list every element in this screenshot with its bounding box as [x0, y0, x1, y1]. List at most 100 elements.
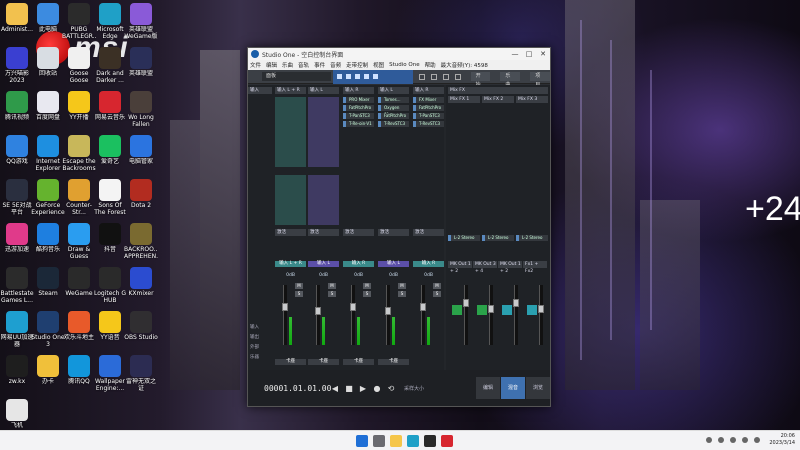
desktop-icon[interactable]: 万兴喵影 2023 [0, 47, 34, 84]
desktop-icon[interactable]: BACKROO... APPREHEN... [124, 223, 158, 260]
desktop-icon[interactable]: 飞机 [0, 399, 34, 430]
input-column-header[interactable]: 输入 R [413, 87, 444, 94]
desktop-icon[interactable]: PUBG BATTLEGR... [62, 3, 96, 40]
input-column-header[interactable]: 输入 L + R [275, 87, 306, 94]
solo-button[interactable]: S [398, 291, 406, 297]
desktop-icon[interactable]: 腾讯QQ [62, 355, 96, 392]
mute-button[interactable]: M [328, 283, 336, 289]
desktop-icon[interactable]: WeGame [62, 267, 96, 304]
stop-icon[interactable]: ■ [344, 383, 354, 393]
window-titlebar[interactable]: Studio One - 空白控制台界面 — □ ✕ [248, 48, 550, 60]
loop-icon[interactable]: ⟲ [386, 383, 396, 393]
channel-name-tag[interactable]: 输入 R [343, 261, 374, 267]
desktop-icon[interactable]: 爱奇艺 [93, 135, 127, 172]
fx-output-slot[interactable]: L-2 Stereo [516, 235, 548, 241]
menu-item[interactable]: 帮助 [425, 61, 436, 69]
insert-slot[interactable]: T-Re-oin-V1 [343, 121, 374, 127]
volume-fader-track[interactable] [421, 285, 425, 345]
input-column-header[interactable]: 输入 R [343, 87, 374, 94]
taskbar-clock[interactable]: 20:06 2023/3/14 [769, 433, 795, 447]
insert-slot[interactable]: T-RevSTC3 [413, 121, 444, 127]
arrow-tool-icon[interactable] [336, 74, 342, 79]
close-button[interactable]: ✕ [536, 50, 550, 58]
insert-slot[interactable]: PRO Mixer [343, 97, 374, 103]
timecode-display[interactable]: 00001.01.01.00 [264, 384, 331, 393]
start-button[interactable]: 开始 [470, 72, 491, 88]
menu-item[interactable]: 编辑 [266, 61, 277, 69]
desktop-icon[interactable]: 此电脑 [31, 3, 65, 40]
output-fader-track[interactable] [514, 285, 518, 345]
desktop-icon[interactable]: 雷神无双之证 [124, 355, 158, 392]
minimize-button[interactable]: — [508, 50, 522, 58]
output-fader-cap[interactable] [538, 305, 544, 313]
file-explorer-icon[interactable] [390, 435, 402, 447]
view-tab[interactable]: 浏览 [526, 377, 550, 399]
menu-item[interactable]: 视图 [373, 61, 384, 69]
menu-item[interactable]: 音频 [330, 61, 341, 69]
channel-name-tag[interactable]: 输入 R [413, 261, 444, 267]
tray-network-icon[interactable] [718, 437, 724, 443]
desktop-icon[interactable]: YY开播 [62, 91, 96, 128]
insert-slot[interactable]: FatPitchPro [343, 105, 374, 111]
desktop-icon[interactable]: Studio One 3 [31, 311, 65, 348]
tray-volume-icon[interactable] [730, 437, 736, 443]
mute-tool-icon[interactable] [442, 73, 449, 80]
output-fader-track[interactable] [539, 285, 543, 345]
solo-button[interactable]: S [295, 291, 303, 297]
desktop-icon[interactable]: 回收站 [31, 47, 65, 84]
snap-icon[interactable] [418, 73, 425, 80]
project-button[interactable]: 项目 [530, 72, 551, 88]
desktop-icon[interactable]: Sons Of The Forest [93, 179, 127, 216]
start-icon[interactable] [356, 435, 368, 447]
view-tab[interactable]: 混音 [501, 377, 525, 399]
solo-button[interactable]: S [328, 291, 336, 297]
desktop-icon[interactable]: 抖音 [93, 223, 127, 260]
volume-fader-track[interactable] [316, 285, 320, 345]
range-tool-icon[interactable] [345, 74, 351, 79]
output-column-header[interactable]: Mix FX 3 [516, 96, 548, 103]
play-icon[interactable]: ▶ [358, 383, 368, 393]
send-activate-label[interactable]: 激活 [275, 229, 306, 236]
send-activate-label[interactable]: 激活 [413, 229, 444, 236]
output-column-header[interactable]: Mix FX 2 [482, 96, 514, 103]
desktop-icon[interactable]: 网易UU加速器 [0, 311, 34, 348]
menu-item[interactable]: 文件 [250, 61, 261, 69]
insert-slot[interactable]: T-RevSTC3 [378, 121, 409, 127]
output-monitor-button[interactable] [477, 305, 487, 315]
mode-select[interactable]: 面板 [262, 72, 331, 81]
record-icon[interactable]: ● [372, 383, 382, 393]
pencil-tool-icon[interactable] [354, 74, 360, 79]
studio-one-window[interactable]: Studio One - 空白控制台界面 — □ ✕ 文件 编辑 乐曲 音轨 事件 音频走… [247, 47, 551, 407]
volume-fader-track[interactable] [351, 285, 355, 345]
desktop-icon[interactable]: 办卡 [31, 355, 65, 392]
insert-slot[interactable]: FX Mixer [413, 97, 444, 103]
desktop-icon[interactable]: Dota 2 [124, 179, 158, 216]
eraser-tool-icon[interactable] [363, 74, 369, 79]
desktop-icon[interactable]: Internet Explorer [31, 135, 65, 172]
input-column-header[interactable]: 输入 L [378, 87, 409, 94]
bus-label[interactable]: MK Out 1 + 2 [448, 261, 472, 274]
insert-slot[interactable]: Oxygen co... [378, 105, 409, 116]
output-fader-track[interactable] [464, 285, 468, 345]
output-monitor-button[interactable] [452, 305, 462, 315]
desktop-icon[interactable]: SE 5E对战平台 [0, 179, 34, 216]
desktop-icon[interactable]: Steam [31, 267, 65, 304]
solo-button[interactable]: S [433, 291, 441, 297]
channel-name-tag[interactable]: 输入 L [308, 261, 339, 267]
volume-fader-cap[interactable] [350, 303, 356, 311]
output-monitor-button[interactable] [527, 305, 537, 315]
listen-tool-icon[interactable] [454, 73, 461, 80]
desktop-icon[interactable]: 迅游加速 [0, 223, 34, 260]
insert-slot[interactable]: Tomes... [378, 97, 409, 103]
desktop-icon[interactable]: 酷狗音乐 [31, 223, 65, 260]
rack-side-label[interactable]: 外部 [250, 345, 270, 351]
steam-taskbar-icon[interactable] [424, 435, 436, 447]
mute-button[interactable]: M [398, 283, 406, 289]
tray-chevron-icon[interactable] [706, 437, 712, 443]
send-activate-label[interactable]: 激活 [308, 229, 339, 236]
desktop-icon[interactable]: Dark and Darker ... [93, 47, 127, 84]
insert-slot[interactable]: FatPitchPro [413, 105, 444, 111]
mute-button[interactable]: M [363, 283, 371, 289]
rack-side-label[interactable]: 输入 [250, 325, 270, 331]
search-icon[interactable] [373, 435, 385, 447]
